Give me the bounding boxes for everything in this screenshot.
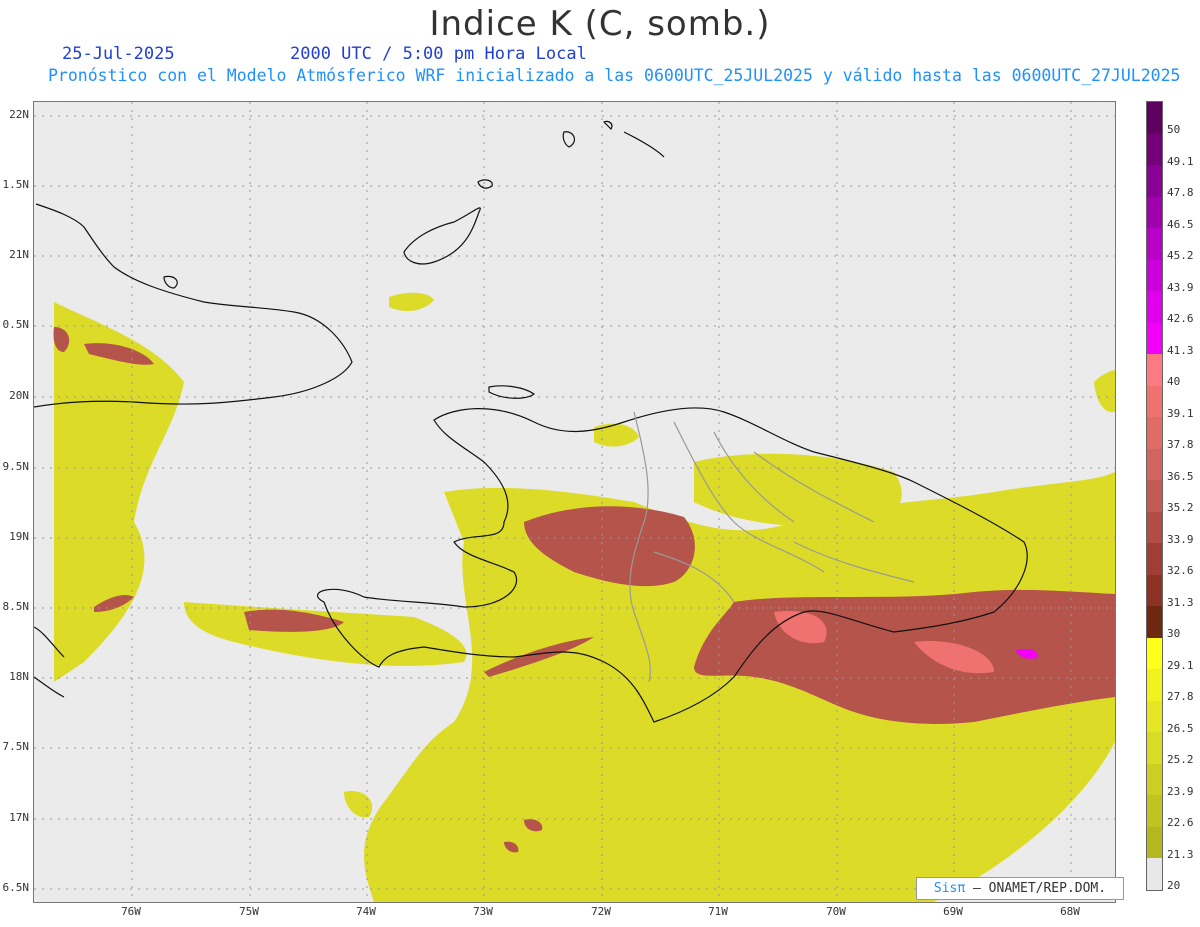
- colorbar-label: 23.9: [1167, 784, 1194, 798]
- colorbar-swatch: [1147, 511, 1162, 543]
- forecast-date: 25-Jul-2025: [62, 44, 175, 64]
- lat-label: 21N: [9, 248, 29, 261]
- lat-label: 20N: [9, 389, 29, 402]
- k-index-map: [34, 102, 1115, 902]
- colorbar-label: 20: [1167, 879, 1181, 892]
- colorbar-swatch: [1147, 417, 1162, 449]
- lat-label: 6.5N: [2, 881, 30, 894]
- colorbar-label: 39.1: [1167, 406, 1194, 420]
- colorbar-label: 46.5: [1167, 217, 1194, 231]
- lon-label: 71W: [708, 905, 728, 918]
- colorbar-swatch: [1147, 543, 1162, 575]
- colorbar-swatch: [1147, 574, 1162, 606]
- map-area: [33, 101, 1116, 903]
- colorbar-label: 43.9: [1167, 280, 1194, 294]
- colorbar-swatch: [1147, 228, 1162, 260]
- colorbar-swatch: [1147, 795, 1162, 827]
- colorbar-label: 29.1: [1167, 658, 1194, 672]
- lon-label: 69W: [943, 905, 963, 918]
- lon-label: 68W: [1060, 905, 1080, 918]
- lat-label: 8.5N: [2, 600, 30, 613]
- lon-label: 72W: [591, 905, 611, 918]
- colorbar-label: 40: [1167, 375, 1181, 388]
- colorbar-swatch: [1147, 259, 1162, 291]
- colorbar-label: 36.5: [1167, 469, 1194, 483]
- lon-label: 75W: [239, 905, 259, 918]
- colorbar-swatch: [1147, 858, 1162, 890]
- lat-label: 7.5N: [2, 740, 30, 753]
- colorbar-swatch: [1147, 732, 1162, 764]
- colorbar-swatch: [1147, 763, 1162, 795]
- colorbar-label: 35.2: [1167, 501, 1194, 514]
- colorbar-swatch: [1147, 354, 1162, 386]
- forecast-time: 2000 UTC / 5:00 pm Hora Local: [290, 44, 587, 64]
- colorbar-swatch: [1147, 606, 1162, 638]
- lat-label: 19N: [9, 530, 29, 543]
- colorbar-swatch: [1147, 669, 1162, 701]
- colorbar-label: 33.9: [1167, 532, 1194, 546]
- credit-org: – ONAMET/REP.DOM.: [965, 881, 1107, 896]
- credit-sis: Sisπ: [933, 881, 966, 896]
- colorbar-label: 47.8: [1167, 186, 1194, 199]
- colorbar-swatch: [1147, 291, 1162, 323]
- lat-label: 1.5N: [2, 178, 30, 191]
- forecast-subtitle: Pronóstico con el Modelo Atmósferico WRF…: [48, 66, 1181, 85]
- colorbar-label: 45.2: [1167, 249, 1194, 262]
- colorbar-swatch: [1147, 322, 1162, 354]
- lon-label: 74W: [356, 905, 376, 918]
- colorbar-label: 26.5: [1167, 721, 1194, 735]
- colorbar-swatch: [1147, 480, 1162, 512]
- colorbar-label: 25.2: [1167, 753, 1194, 766]
- colorbar-label: 49.1: [1167, 154, 1194, 168]
- colorbar-swatch: [1147, 700, 1162, 732]
- lat-label: 18N: [9, 670, 29, 683]
- colorbar-label: 41.3: [1167, 343, 1194, 357]
- colorbar-label: 21.3: [1167, 847, 1194, 861]
- colorbar-swatch: [1147, 448, 1162, 480]
- colorbar-swatch: [1147, 133, 1162, 165]
- credit-box: Sisπ – ONAMET/REP.DOM.: [916, 877, 1124, 900]
- colorbar-swatch: [1147, 637, 1162, 669]
- colorbar-label: 30: [1167, 627, 1181, 640]
- lon-label: 70W: [826, 905, 846, 918]
- colorbar-label: 42.6: [1167, 312, 1194, 325]
- colorbar-swatch: [1147, 102, 1162, 134]
- colorbar-label: 31.3: [1167, 595, 1194, 609]
- lat-label: 0.5N: [2, 318, 30, 331]
- colorbar-swatch: [1147, 385, 1162, 417]
- colorbar-label: 37.8: [1167, 438, 1194, 451]
- colorbar-label: 32.6: [1167, 564, 1194, 577]
- colorbar-label: 50: [1167, 123, 1181, 136]
- colorbar-label: 27.8: [1167, 690, 1194, 703]
- colorbar-swatch: [1147, 196, 1162, 228]
- lon-label: 73W: [473, 905, 493, 918]
- colorbar: [1146, 101, 1163, 891]
- colorbar-swatch: [1147, 165, 1162, 197]
- lat-label: 17N: [9, 811, 29, 824]
- chart-title: Indice K (C, somb.): [429, 4, 771, 44]
- lon-label: 76W: [121, 905, 141, 918]
- lat-label: 22N: [9, 108, 29, 121]
- colorbar-swatch: [1147, 826, 1162, 858]
- colorbar-label: 22.6: [1167, 816, 1194, 829]
- lat-label: 9.5N: [2, 460, 30, 473]
